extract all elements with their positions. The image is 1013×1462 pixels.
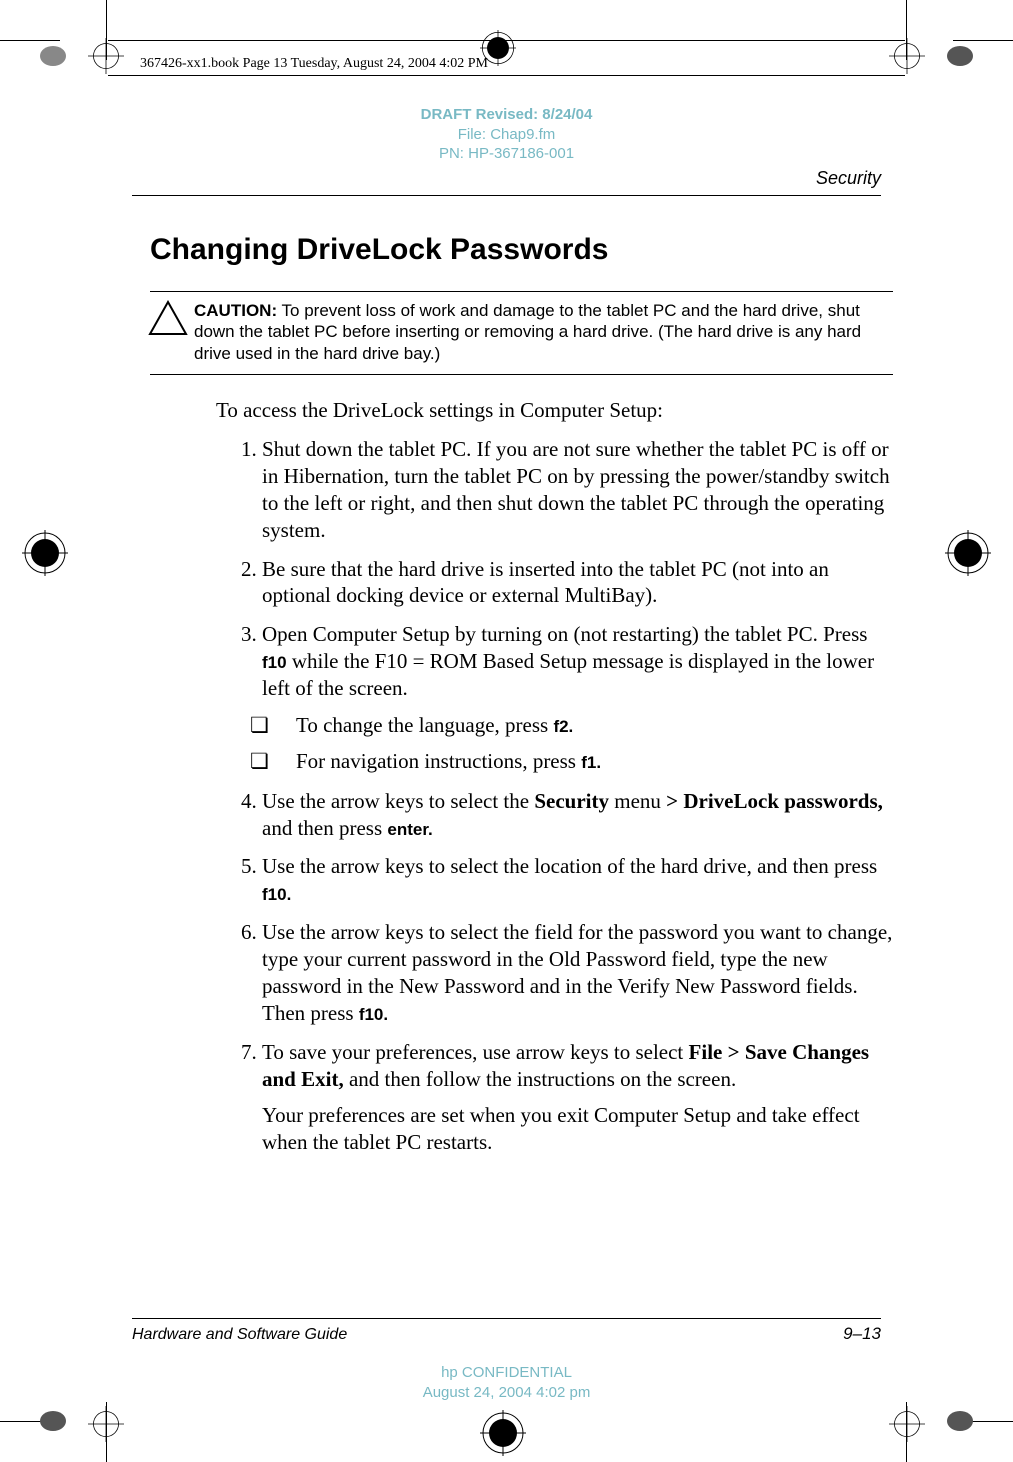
- running-header-section: Security: [816, 168, 881, 189]
- footer-guide-title: Hardware and Software Guide: [132, 1326, 347, 1344]
- intro-paragraph: To access the DriveLock settings in Comp…: [216, 397, 893, 424]
- confidential-line1: hp CONFIDENTIAL: [0, 1363, 1013, 1383]
- step-2: Be sure that the hard drive is inserted …: [262, 556, 893, 610]
- keycap-f2: f2.: [553, 717, 573, 736]
- step-4-b: menu: [609, 789, 666, 813]
- step-3-sub-1: ❏To change the language, press f2.: [276, 712, 893, 740]
- step-3-text-b: while the F10 = ROM Based Setup message …: [262, 649, 874, 700]
- keycap-f10-2: f10.: [262, 885, 291, 904]
- step-3-sub-2: ❏For navigation instructions, press f1.: [276, 748, 893, 776]
- step-5-a: Use the arrow keys to select the locatio…: [262, 854, 877, 878]
- book-meta-line: 367426-xx1.book Page 13 Tuesday, August …: [140, 56, 488, 72]
- steps-list: Shut down the tablet PC. If you are not …: [238, 436, 893, 1156]
- registration-target-icon: [480, 1410, 526, 1456]
- step-3-text-a: Open Computer Setup by turning on (not r…: [262, 622, 867, 646]
- step-4-path: > DriveLock passwords,: [666, 789, 883, 813]
- draft-revised: DRAFT Revised: 8/24/04: [421, 106, 593, 123]
- caution-label: CAUTION:: [194, 301, 277, 320]
- step-4-c: and then press: [262, 816, 387, 840]
- footer-page-number: 9–13: [843, 1324, 881, 1344]
- step-5: Use the arrow keys to select the locatio…: [262, 853, 893, 907]
- caution-box: CAUTION: To prevent loss of work and dam…: [150, 291, 893, 375]
- header-rule: [132, 195, 881, 196]
- step-3-sub-1-text: To change the language, press: [296, 713, 553, 737]
- confidential-footer: hp CONFIDENTIAL August 24, 2004 4:02 pm: [0, 1363, 1013, 1402]
- draft-file: File: Chap9.fm: [0, 125, 1013, 145]
- step-3: Open Computer Setup by turning on (not r…: [262, 621, 893, 775]
- color-swatch-icon: [945, 1409, 975, 1438]
- step-7-note: Your preferences are set when you exit C…: [262, 1102, 893, 1156]
- bullet-icon: ❏: [276, 749, 296, 776]
- heading-changing-drivelock: Changing DriveLock Passwords: [150, 230, 893, 269]
- step-4-menu: Security: [534, 789, 609, 813]
- page-content: Changing DriveLock Passwords CAUTION: To…: [150, 230, 893, 1168]
- registration-target-icon: [88, 1406, 124, 1442]
- registration-target-icon: [889, 1406, 925, 1442]
- step-6-a: Use the arrow keys to select the field f…: [262, 920, 892, 1025]
- keycap-f10-3: f10.: [359, 1005, 388, 1024]
- draft-pn: PN: HP-367186-001: [0, 144, 1013, 164]
- step-3-sub-2-text: For navigation instructions, press: [296, 749, 581, 773]
- registration-target-icon: [945, 530, 991, 576]
- crop-mark: [0, 40, 60, 41]
- keycap-f10: f10: [262, 653, 287, 672]
- step-3-sublist: ❏To change the language, press f2. ❏For …: [276, 712, 893, 776]
- step-4-a: Use the arrow keys to select the: [262, 789, 534, 813]
- caution-triangle-icon: [148, 300, 188, 336]
- caution-body: To prevent loss of work and damage to th…: [194, 301, 861, 363]
- caution-text: CAUTION: To prevent loss of work and dam…: [194, 300, 893, 364]
- step-7-a: To save your preferences, use arrow keys…: [262, 1040, 689, 1064]
- step-7-b: and then follow the instructions on the …: [344, 1067, 737, 1091]
- keycap-enter: enter.: [387, 820, 432, 839]
- step-6: Use the arrow keys to select the field f…: [262, 919, 893, 1027]
- color-swatch-icon: [945, 44, 975, 73]
- color-swatch-icon: [38, 1409, 68, 1438]
- footer-rule: [132, 1318, 881, 1319]
- registration-target-icon: [22, 530, 68, 576]
- step-4: Use the arrow keys to select the Securit…: [262, 788, 893, 842]
- keycap-f1: f1.: [581, 753, 601, 772]
- bullet-icon: ❏: [276, 713, 296, 740]
- color-swatch-icon: [38, 44, 68, 73]
- step-1: Shut down the tablet PC. If you are not …: [262, 436, 893, 544]
- step-7: To save your preferences, use arrow keys…: [262, 1039, 893, 1157]
- confidential-line2: August 24, 2004 4:02 pm: [0, 1383, 1013, 1403]
- crop-mark: [953, 40, 1013, 41]
- draft-header: DRAFT Revised: 8/24/04 File: Chap9.fm PN…: [0, 105, 1013, 164]
